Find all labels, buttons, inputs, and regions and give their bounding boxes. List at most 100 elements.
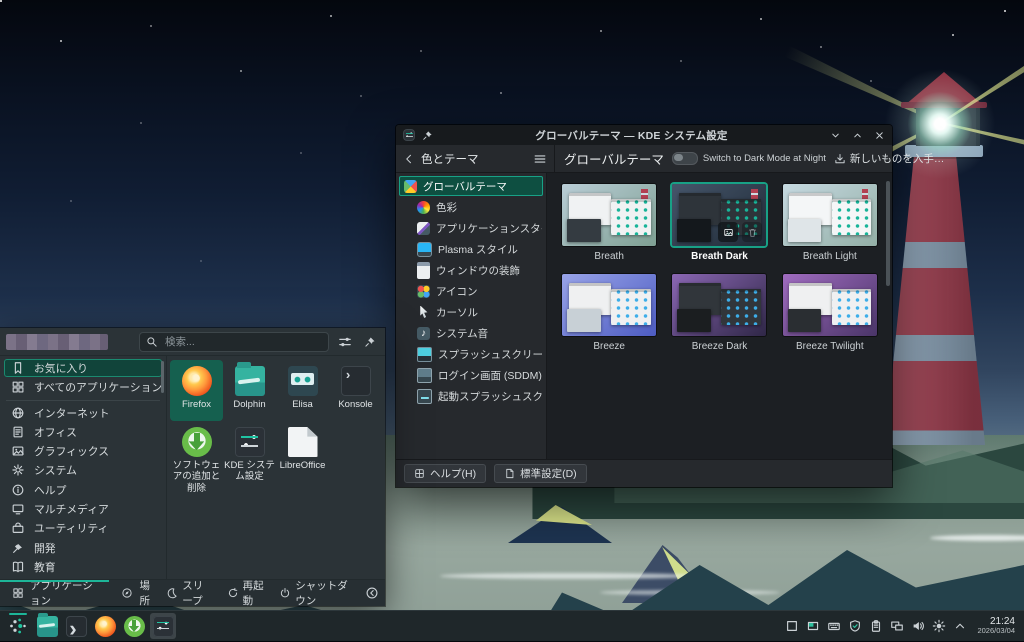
libre-app-icon	[288, 427, 318, 457]
task-konsole[interactable]	[63, 613, 89, 639]
theme-card-breath-light[interactable]: Breath Light	[782, 184, 878, 262]
power-button[interactable]: シャットダウン	[279, 578, 350, 608]
launcher-category[interactable]: グラフィックス	[4, 442, 162, 460]
settings-sidebar-item[interactable]: ログイン画面 (SDDM)	[399, 365, 543, 385]
system-settings-icon	[153, 616, 174, 637]
get-new-themes-button[interactable]: 新しいものを入手…	[834, 151, 945, 166]
theme-thumbnail	[783, 184, 877, 246]
favorite-app-konsole[interactable]: Konsole	[329, 360, 382, 421]
favorite-app-ソフトウェアの追加と削除[interactable]: ソフトウェアの追加と削除	[170, 421, 223, 482]
search-input[interactable]	[163, 335, 322, 349]
favorite-app-dolphin[interactable]: Dolphin	[223, 360, 276, 421]
minimize-button[interactable]	[830, 130, 841, 141]
task-app-launcher[interactable]	[5, 613, 31, 639]
favorite-label: Dolphin	[233, 399, 265, 410]
tray-expand-tray[interactable]	[950, 617, 969, 636]
search-field[interactable]	[139, 332, 329, 352]
tray-security-shield[interactable]	[845, 617, 864, 636]
launcher-category[interactable]: 教育	[4, 558, 162, 576]
launcher-category[interactable]: システム	[4, 461, 162, 479]
favorite-app-firefox[interactable]: Firefox	[170, 360, 223, 421]
favorite-app-kde-システム設定[interactable]: KDE システム設定	[223, 421, 276, 482]
back-icon[interactable]	[403, 153, 415, 165]
favorite-app-elisa[interactable]: Elisa	[276, 360, 329, 421]
search-icon	[146, 336, 158, 348]
task-dolphin[interactable]	[34, 613, 60, 639]
tray-keyboard-layout[interactable]	[824, 617, 843, 636]
theme-card-breeze-dark[interactable]: Breeze Dark	[671, 274, 767, 352]
tray-widget-frame[interactable]	[782, 617, 801, 636]
task-firefox[interactable]	[92, 613, 118, 639]
nav-title: 色とテーマ	[421, 151, 479, 167]
settings-sidebar-item[interactable]: Plasma スタイル	[399, 239, 543, 259]
preview-theme-button[interactable]	[718, 222, 738, 242]
pin-launcher-button[interactable]	[361, 333, 379, 351]
sound-icon: ♪	[417, 327, 430, 340]
keyboard-layout-icon	[827, 619, 841, 633]
close-button[interactable]	[874, 130, 885, 141]
dark-mode-toggle[interactable]	[672, 152, 698, 165]
launcher-category[interactable]: ユーティリティ	[4, 519, 162, 537]
settings-sidebar-item[interactable]: カーソル	[399, 302, 543, 322]
defaults-button[interactable]: 標準設定(D)	[494, 464, 587, 483]
clipboard-icon	[869, 619, 883, 633]
settings-sidebar-item[interactable]: スプラッシュスクリーン	[399, 344, 543, 364]
multimedia-icon	[11, 502, 25, 516]
launcher-category[interactable]: マルチメディア	[4, 500, 162, 518]
restart-button[interactable]: 再起動	[227, 578, 265, 608]
sidebar-item-label: システム音	[436, 326, 488, 341]
syssettings-app-icon	[235, 427, 265, 457]
favorite-label: Firefox	[182, 399, 211, 410]
sleep-button[interactable]: スリープ	[166, 578, 211, 608]
digital-clock[interactable]: 21:24 2026/03/04	[977, 616, 1015, 636]
settings-sidebar-item[interactable]: 色彩	[399, 197, 543, 217]
tray-clipboard[interactable]	[866, 617, 885, 636]
launcher-category[interactable]: インターネット	[4, 403, 162, 421]
sidebar-item-label: アプリケーションスタイル	[436, 221, 543, 236]
settings-sidebar-item[interactable]: 起動スプラッシュスクリーン	[399, 386, 543, 406]
hamburger-menu-icon[interactable]	[533, 152, 547, 166]
tray-volume[interactable]	[908, 617, 927, 636]
launcher-tab-applications[interactable]: アプリケーション	[0, 580, 109, 606]
launcher-category[interactable]: お気に入り	[4, 359, 162, 377]
tray-display-settings[interactable]	[887, 617, 906, 636]
settings-sidebar-item[interactable]: グローバルテーマ	[399, 176, 543, 196]
configure-button[interactable]	[336, 333, 354, 351]
theme-card-breath-dark[interactable]: Breath Dark	[671, 184, 767, 262]
settings-sidebar-item[interactable]: アイコン	[399, 281, 543, 301]
launcher-category[interactable]: 開発	[4, 538, 162, 556]
theme-card-breeze-twilight[interactable]: Breeze Twilight	[782, 274, 878, 352]
task-software-manager[interactable]	[121, 613, 147, 639]
help-button[interactable]: ヘルプ(H)	[404, 464, 486, 483]
task-system-settings[interactable]	[150, 613, 176, 639]
maximize-button[interactable]	[852, 130, 863, 141]
theme-card-breath[interactable]: Breath	[561, 184, 657, 262]
titlebar[interactable]: グローバルテーマ — KDE システム設定	[396, 125, 892, 145]
launcher-category[interactable]: すべてのアプリケーション	[4, 378, 162, 396]
settings-sidebar-item[interactable]: ♪ システム音	[399, 323, 543, 343]
launcher-scrollbar[interactable]	[161, 361, 164, 393]
system-settings-window: グローバルテーマ — KDE システム設定 色とテーマ グローバルテーマ Swi…	[396, 125, 892, 487]
delete-theme-button[interactable]	[742, 222, 762, 242]
window-title: グローバルテーマ — KDE システム設定	[440, 128, 823, 143]
launcher-tab-places[interactable]: 場所	[109, 580, 166, 606]
theme-name: Breeze Twilight	[796, 341, 864, 352]
favorite-label: ソフトウェアの追加と削除	[170, 460, 223, 494]
scrollbar[interactable]	[886, 181, 890, 286]
launcher-category[interactable]: オフィス	[4, 423, 162, 441]
category-label: ユーティリティ	[34, 520, 108, 536]
cursor-icon	[417, 306, 430, 319]
more-actions-button[interactable]	[365, 586, 379, 600]
sidebar-item-label: ログイン画面 (SDDM)	[438, 368, 542, 383]
settings-sidebar-item[interactable]: ウィンドウの装飾	[399, 260, 543, 280]
settings-sidebar-item[interactable]: アプリケーションスタイル	[399, 218, 543, 238]
pin-icon[interactable]	[422, 130, 433, 141]
launcher-category[interactable]: ヘルプ	[4, 481, 162, 499]
category-label: インターネット	[34, 405, 110, 421]
display-settings-icon	[890, 619, 904, 633]
tray-night-color[interactable]	[929, 617, 948, 636]
theme-card-breeze[interactable]: Breeze	[561, 274, 657, 352]
defaults-icon	[504, 468, 515, 479]
favorite-app-libreoffice[interactable]: LibreOffice	[276, 421, 329, 482]
tray-virtual-desktop-pager[interactable]	[803, 617, 822, 636]
